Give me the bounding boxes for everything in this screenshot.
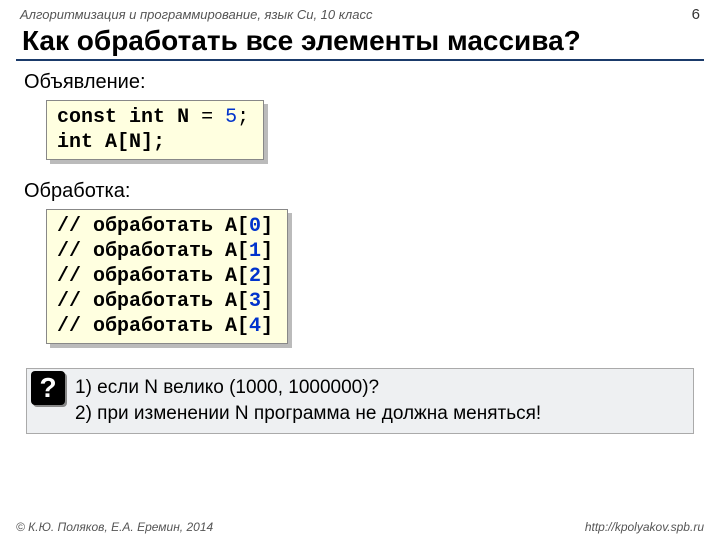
footer: © К.Ю. Поляков, Е.А. Еремин, 2014 http:/… [16,520,704,534]
header-bar: Алгоритмизация и программирование, язык … [16,6,704,23]
cmt-line-0-pre: // обработать A[ [57,215,249,238]
code-processing: // обработать A[0] // обработать A[1] //… [46,209,288,344]
slide-title: Как обработать все элементы массива? [22,25,704,57]
question-line-1: 1) если N велико (1000, 1000000)? [75,375,685,401]
cmt-line-4-idx: 4 [249,315,261,338]
cmt-line-3-pre: // обработать A[ [57,290,249,313]
course-label: Алгоритмизация и программирование, язык … [20,7,372,22]
title-rule [16,59,704,61]
kw-int: int [129,106,165,129]
cmt-line-1-idx: 1 [249,240,261,263]
kw-int-2: int [57,131,93,154]
cmt-line-0-suf: ] [261,215,273,238]
cmt-line-0-idx: 0 [249,215,261,238]
code-declaration: const int N = 5; int A[N]; [46,100,264,160]
decl-semi: ; [237,106,249,129]
question-box: ? 1) если N велико (1000, 1000000)? 2) п… [26,368,694,434]
cmt-line-4-pre: // обработать A[ [57,315,249,338]
cmt-line-3-suf: ] [261,290,273,313]
decl-eq: = [189,106,225,129]
question-line-2: 2) при изменении N программа не должна м… [75,401,685,427]
processing-label: Обработка: [24,180,704,203]
slide: Алгоритмизация и программирование, язык … [0,0,720,540]
cmt-line-2-suf: ] [261,265,273,288]
question-mark-icon: ? [31,371,65,405]
footer-link: http://kpolyakov.spb.ru [585,520,704,534]
cmt-line-1-suf: ] [261,240,273,263]
cmt-line-3-idx: 3 [249,290,261,313]
kw-const: const [57,106,117,129]
cmt-line-2-idx: 2 [249,265,261,288]
cmt-line-2-pre: // обработать A[ [57,265,249,288]
decl-val: 5 [225,106,237,129]
footer-authors: © К.Ю. Поляков, Е.А. Еремин, 2014 [16,520,213,534]
page-number: 6 [692,6,700,23]
cmt-line-1-pre: // обработать A[ [57,240,249,263]
cmt-line-4-suf: ] [261,315,273,338]
decl-arr: A[N]; [93,131,165,154]
decl-n: N [177,106,189,129]
declaration-label: Объявление: [24,71,704,94]
